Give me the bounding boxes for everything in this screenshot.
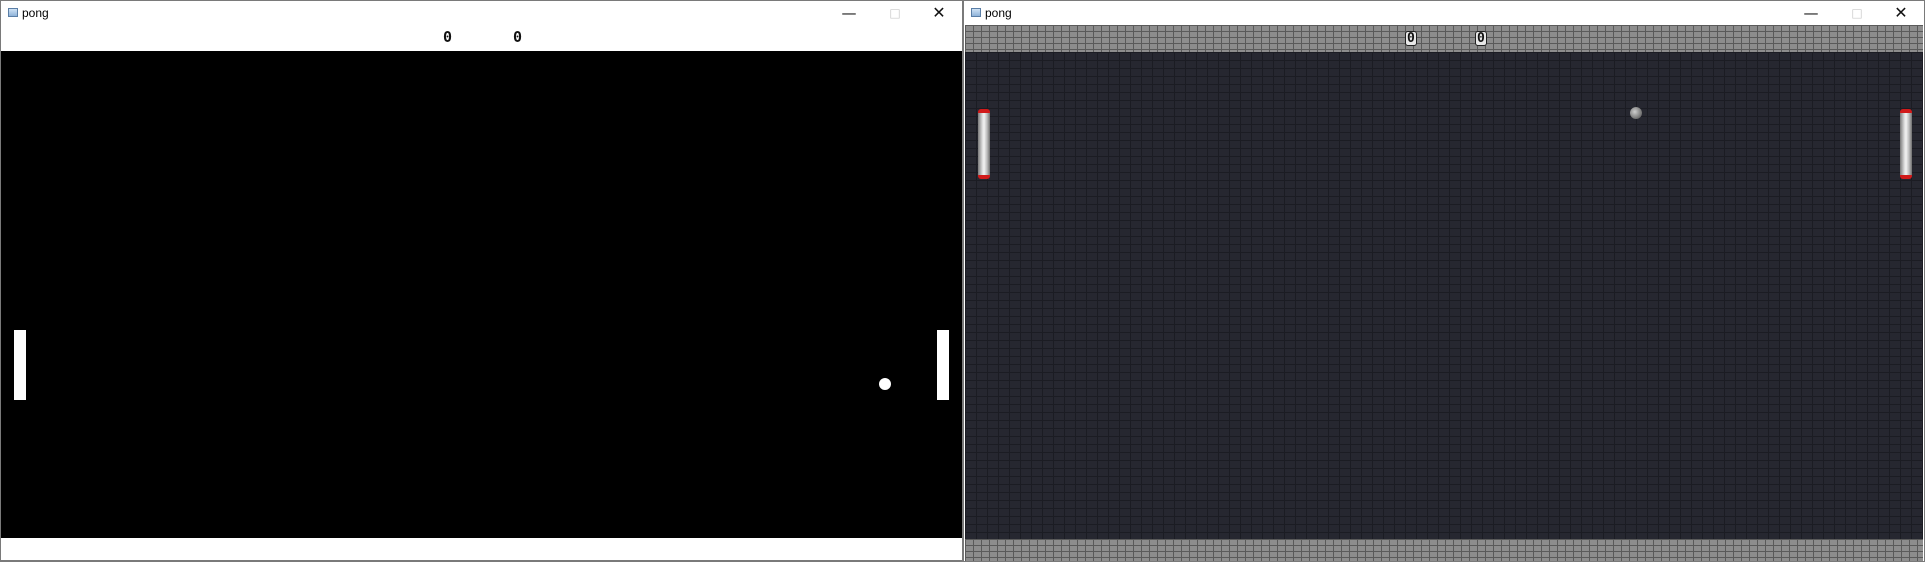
bottom-brick-wall	[965, 539, 1923, 561]
top-brick-wall: 0 0	[965, 25, 1923, 52]
right-paddle	[937, 330, 949, 400]
right-paddle	[1900, 109, 1912, 179]
title-bar[interactable]: pong — □ ✕	[1, 1, 962, 25]
bottom-bar	[1, 538, 962, 561]
ball	[879, 378, 891, 390]
left-player-score: 0	[1405, 31, 1417, 46]
game-field[interactable]	[1, 51, 962, 538]
pong-window-textured: pong — □ ✕ 0 0	[963, 0, 1925, 562]
app-icon	[8, 8, 18, 17]
score-bar: 0 0	[1, 25, 962, 51]
left-paddle	[978, 109, 990, 179]
close-icon[interactable]: ✕	[1878, 1, 1924, 25]
right-player-score: 0	[1475, 31, 1487, 46]
minimize-icon[interactable]: —	[1788, 1, 1834, 25]
app-icon	[971, 8, 981, 17]
left-paddle	[14, 330, 26, 400]
left-player-score: 0	[443, 28, 453, 46]
right-player-score: 0	[513, 28, 523, 46]
title-bar[interactable]: pong — □ ✕	[964, 1, 1924, 25]
window-title: pong	[985, 6, 1012, 20]
game-field[interactable]	[965, 52, 1923, 539]
maximize-icon: □	[1851, 6, 1863, 20]
window-title: pong	[22, 6, 49, 20]
minimize-icon[interactable]: —	[826, 1, 872, 25]
maximize-icon: □	[889, 6, 901, 20]
close-icon[interactable]: ✕	[916, 1, 962, 25]
ball	[1630, 107, 1642, 119]
pong-window-classic: pong — □ ✕ 0 0	[0, 0, 963, 562]
